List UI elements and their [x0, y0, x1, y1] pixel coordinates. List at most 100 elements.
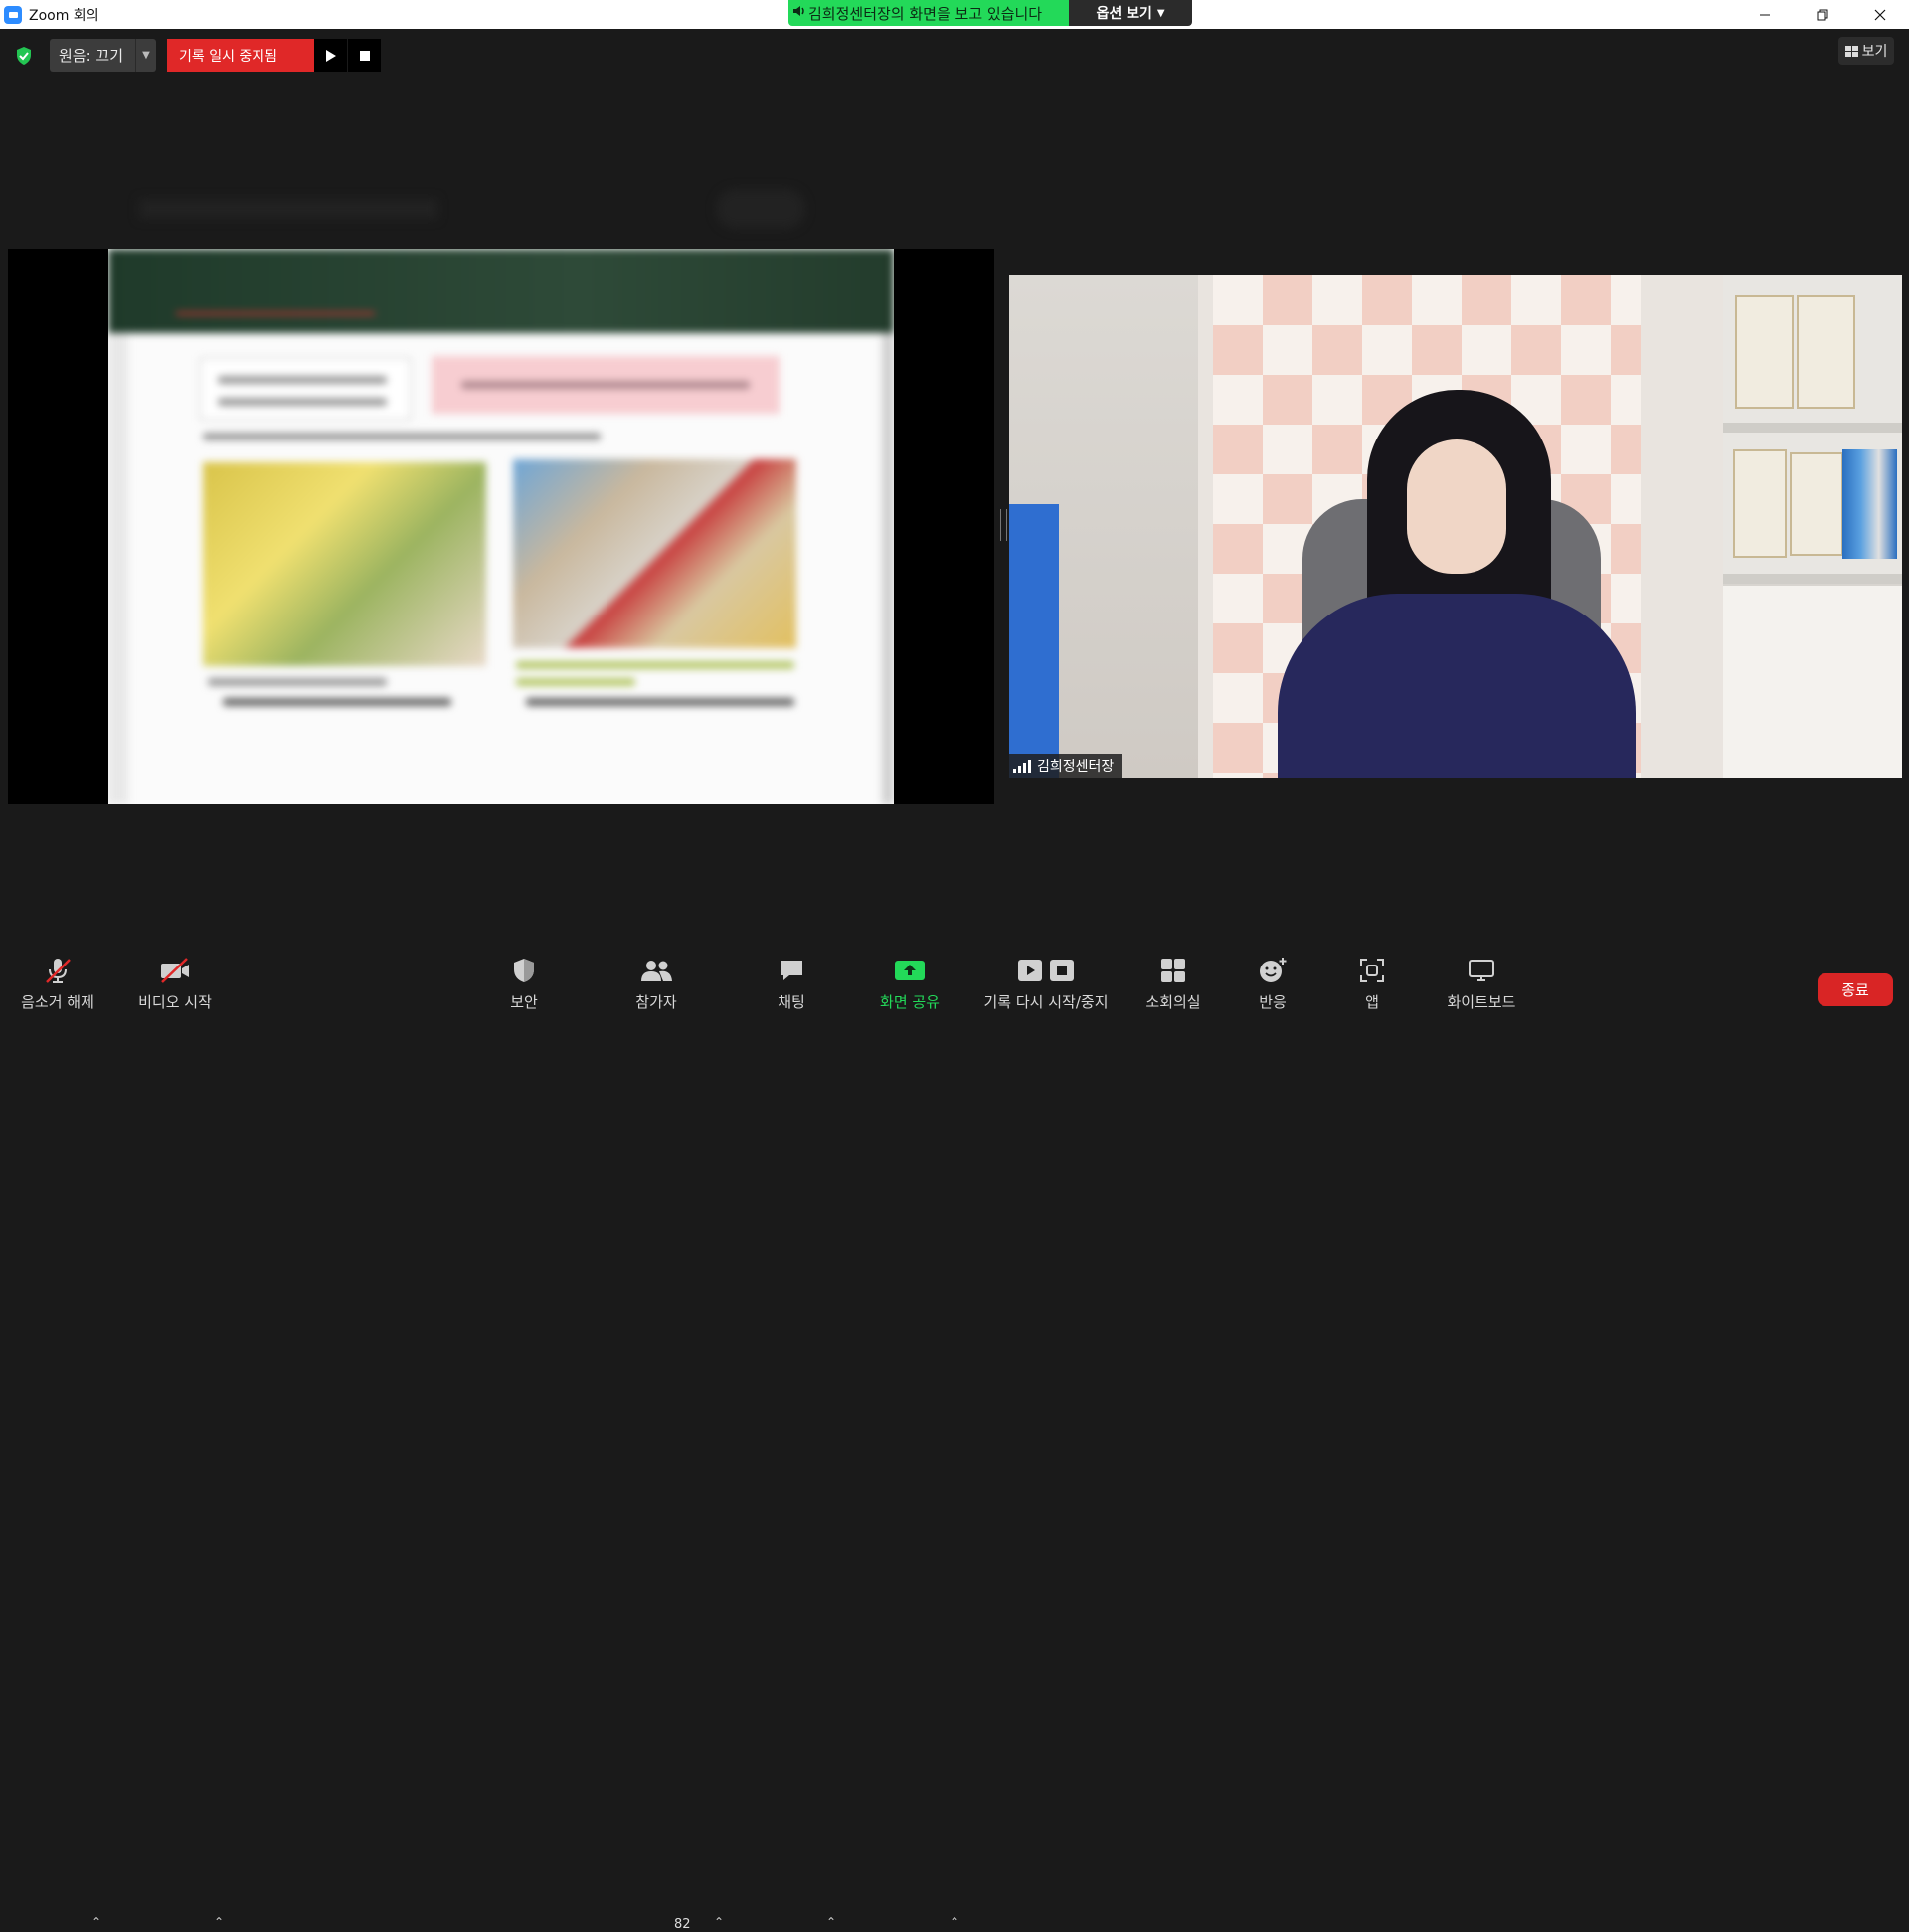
- apps-icon: [1359, 951, 1385, 990]
- participants-options-caret-icon[interactable]: ⌃: [714, 1915, 724, 1929]
- recording-paused-indicator: 기록 일시 중지됨: [167, 39, 314, 72]
- breakout-rooms-button[interactable]: 소회의실: [1138, 951, 1208, 1023]
- participant-name-tag: 김희정센터장: [1009, 754, 1123, 778]
- shared-screen-panel[interactable]: [8, 249, 994, 804]
- slide-text-line: [526, 698, 794, 706]
- audio-options-caret-icon[interactable]: ⌃: [91, 1915, 101, 1929]
- whiteboard-button[interactable]: 화이트보드: [1437, 951, 1526, 1023]
- whiteboard-icon: [1468, 951, 1495, 990]
- video-cabinet: [1723, 584, 1902, 778]
- grid-icon: [1844, 45, 1858, 57]
- original-sound-label: 원음: 끄기: [59, 47, 124, 65]
- speaker-icon: [792, 4, 806, 22]
- slide-text-line: [218, 398, 387, 406]
- participants-count-badge: 82: [674, 1917, 691, 1932]
- share-screen-label: 화면 공유: [880, 993, 940, 1011]
- slide-title-underline: [176, 312, 375, 315]
- panel-resize-handle[interactable]: [1000, 509, 1007, 541]
- chevron-down-icon[interactable]: ▼: [134, 39, 156, 72]
- view-layout-button[interactable]: 보기: [1838, 37, 1894, 65]
- participant-video[interactable]: 김희정센터장: [1009, 275, 1902, 778]
- chat-label: 채팅: [778, 993, 805, 1011]
- window-title: Zoom 회의: [29, 7, 99, 24]
- record-resume-stop-button[interactable]: 기록 다시 시작/중지: [976, 951, 1116, 1023]
- slide-text-line: [203, 433, 601, 440]
- chat-icon: [778, 951, 805, 990]
- encryption-shield-icon[interactable]: [15, 46, 33, 70]
- view-options-button[interactable]: 옵션 보기 ▼: [1069, 0, 1192, 26]
- apps-label: 앱: [1365, 993, 1379, 1011]
- shared-slide: [108, 249, 894, 804]
- share-screen-button[interactable]: 화면 공유: [870, 951, 950, 1023]
- record-label: 기록 다시 시작/중지: [983, 993, 1109, 1011]
- record-controls-icon: [1017, 951, 1075, 990]
- start-video-button[interactable]: 비디오 시작: [131, 951, 219, 1023]
- video-shelf-board: [1723, 423, 1902, 433]
- slide-content-blurred: [108, 249, 894, 804]
- reactions-icon: [1258, 951, 1288, 990]
- stop-recording-button[interactable]: [348, 39, 381, 72]
- security-button[interactable]: 보안: [494, 951, 554, 1023]
- slide-photo-shelf: [513, 459, 796, 648]
- slide-text-line: [218, 376, 387, 384]
- breakout-label: 소회의실: [1145, 993, 1201, 1011]
- restore-icon: [1817, 9, 1828, 20]
- end-meeting-button[interactable]: 종료: [1818, 973, 1893, 1006]
- original-sound-toggle[interactable]: 원음: 끄기 ▼: [50, 39, 156, 72]
- participants-button[interactable]: 참가자: [626, 951, 686, 1023]
- reactions-label: 반응: [1259, 993, 1287, 1011]
- resume-recording-button[interactable]: [314, 39, 347, 72]
- video-person-body: [1278, 594, 1636, 778]
- slide-text-line: [223, 698, 451, 706]
- background-blur-shape: [716, 189, 805, 229]
- video-person-face: [1407, 439, 1506, 574]
- video-certificate: [1733, 449, 1787, 558]
- close-window-button[interactable]: [1851, 0, 1909, 29]
- video-off-icon: [158, 951, 192, 990]
- breakout-rooms-icon: [1160, 951, 1186, 990]
- slide-scrollbar: [882, 333, 894, 804]
- restore-button[interactable]: [1794, 0, 1851, 29]
- video-shelf-board: [1723, 574, 1902, 584]
- reactions-button[interactable]: 반응: [1243, 951, 1302, 1023]
- participant-name: 김희정센터장: [1037, 759, 1115, 775]
- view-options-label: 옵션 보기: [1096, 6, 1152, 22]
- muted-microphone-icon: [43, 951, 73, 990]
- share-screen-icon: [894, 951, 926, 990]
- shield-icon: [511, 951, 537, 990]
- chevron-down-icon: ▼: [1156, 7, 1165, 19]
- video-books: [1842, 449, 1897, 559]
- video-blue-binder: [1009, 504, 1059, 778]
- participants-icon: [639, 951, 673, 990]
- unmute-button[interactable]: 음소거 해제: [14, 951, 101, 1023]
- share-options-caret-icon[interactable]: ⌃: [950, 1915, 959, 1929]
- end-meeting-label: 종료: [1841, 981, 1869, 999]
- video-certificate: [1735, 295, 1794, 409]
- zoom-app-icon: [4, 5, 22, 24]
- share-status-badge: 김희정센터장의 화면을 보고 있습니다: [788, 0, 1069, 26]
- whiteboard-label: 화이트보드: [1447, 993, 1516, 1011]
- start-video-label: 비디오 시작: [138, 993, 212, 1011]
- unmute-label: 음소거 해제: [21, 993, 94, 1011]
- window-title-bar: Zoom 회의 김희정센터장의 화면을 보고 있습니다 옵션 보기 ▼: [0, 0, 1909, 29]
- close-icon: [1874, 9, 1886, 20]
- signal-strength-icon: [1013, 759, 1031, 773]
- background-blur-shape: [139, 199, 437, 219]
- play-icon: [325, 49, 336, 62]
- participants-label: 참가자: [635, 993, 677, 1011]
- window-controls: [1736, 0, 1909, 29]
- slide-text-line: [516, 661, 794, 669]
- video-certificate: [1797, 295, 1855, 409]
- slide-text-line: [461, 381, 750, 389]
- stop-icon: [359, 50, 370, 61]
- chat-options-caret-icon[interactable]: ⌃: [826, 1915, 836, 1929]
- screen-share-banner: 김희정센터장의 화면을 보고 있습니다 옵션 보기 ▼: [788, 0, 1192, 26]
- view-label: 보기: [1861, 44, 1888, 60]
- share-status-text: 김희정센터장의 화면을 보고 있습니다: [808, 4, 1043, 23]
- minimize-button[interactable]: [1736, 0, 1794, 29]
- video-options-caret-icon[interactable]: ⌃: [214, 1915, 224, 1929]
- apps-button[interactable]: 앱: [1342, 951, 1402, 1023]
- security-label: 보안: [510, 993, 538, 1011]
- recording-status-text: 기록 일시 중지됨: [179, 48, 278, 65]
- chat-button[interactable]: 채팅: [762, 951, 821, 1023]
